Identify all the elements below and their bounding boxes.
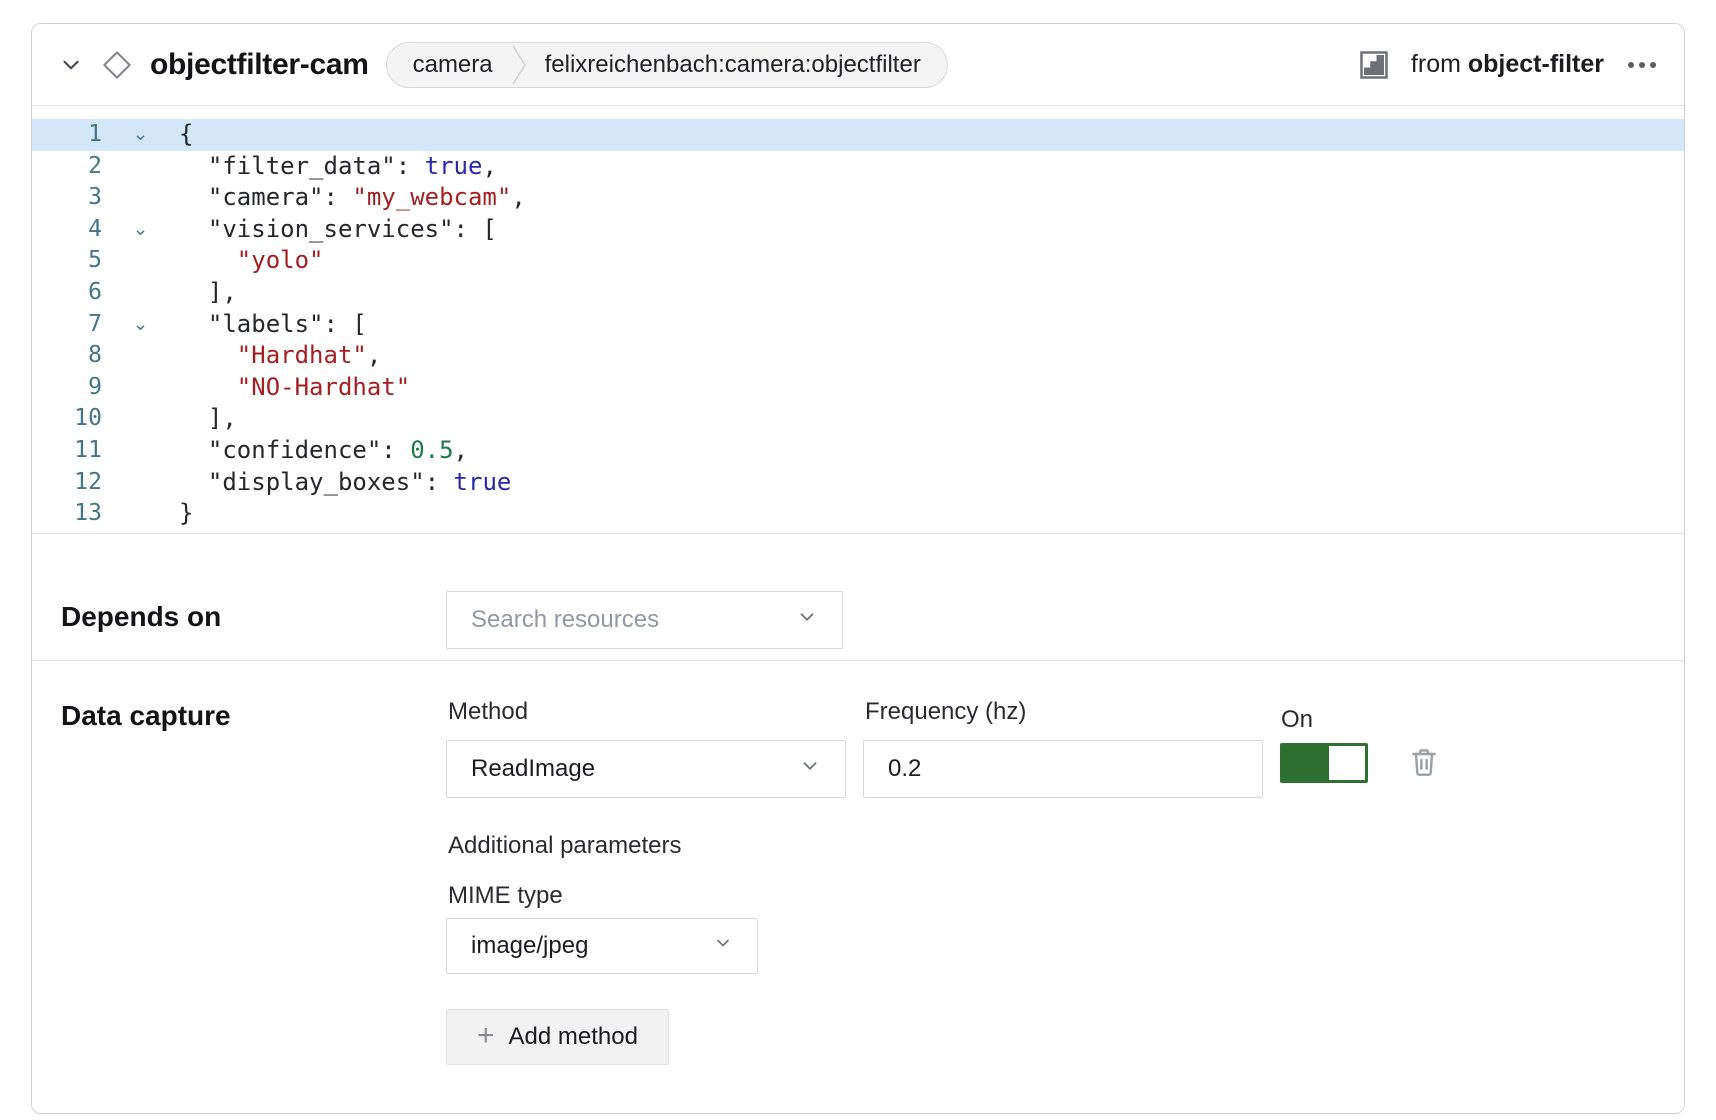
toggle-knob	[1329, 746, 1365, 780]
search-resources-input[interactable]	[471, 606, 784, 634]
mime-type-value: image/jpeg	[471, 932, 701, 960]
code-line[interactable]: 9 "NO-Hardhat"	[32, 372, 1684, 404]
header-right-group: from object-filter	[1359, 50, 1658, 80]
from-module-label: from object-filter	[1411, 50, 1604, 79]
line-number: 12	[32, 467, 102, 499]
plus-icon: +	[477, 1021, 495, 1051]
page: objectfilter-cam camera felixreichenbach…	[0, 0, 1716, 1120]
code-line[interactable]: 8 "Hardhat",	[32, 340, 1684, 372]
frequency-label: Frequency (hz)	[865, 698, 1026, 726]
code-text: "Hardhat",	[179, 340, 381, 372]
badge-separator-chevron-icon	[511, 43, 527, 87]
depends-on-search-select[interactable]	[446, 591, 843, 649]
code-text: {	[179, 119, 193, 151]
frequency-input[interactable]	[863, 740, 1263, 798]
line-number: 3	[32, 182, 102, 214]
code-line[interactable]: 12 "display_boxes": true	[32, 467, 1684, 499]
fold-chevron-icon[interactable]: ⌄	[102, 119, 179, 151]
mime-type-label: MIME type	[448, 882, 563, 910]
code-text: }	[179, 498, 193, 530]
component-header: objectfilter-cam camera felixreichenbach…	[32, 24, 1684, 106]
line-number: 8	[32, 340, 102, 372]
line-number: 5	[32, 245, 102, 277]
add-method-button[interactable]: + Add method	[446, 1009, 669, 1065]
line-number: 9	[32, 372, 102, 404]
code-text: "NO-Hardhat"	[179, 372, 410, 404]
capture-on-toggle[interactable]	[1280, 743, 1368, 783]
line-number: 4	[32, 214, 102, 246]
from-module-name: object-filter	[1468, 50, 1604, 78]
line-number: 10	[32, 403, 102, 435]
data-capture-heading: Data capture	[61, 700, 231, 732]
on-label: On	[1281, 706, 1313, 734]
component-type: camera	[413, 51, 493, 79]
component-type-model-badge: camera felixreichenbach:camera:objectfil…	[386, 42, 948, 88]
code-line[interactable]: 10 ],	[32, 403, 1684, 435]
chevron-down-icon	[713, 932, 733, 960]
more-options-menu-icon[interactable]	[1626, 56, 1658, 74]
line-number: 6	[32, 277, 102, 309]
code-line[interactable]: 2 "filter_data": true,	[32, 151, 1684, 183]
from-word: from	[1411, 50, 1461, 78]
code-line[interactable]: 5 "yolo"	[32, 245, 1684, 277]
fold-chevron-icon[interactable]: ⌄	[102, 214, 179, 246]
line-number: 1	[32, 119, 102, 151]
line-number: 11	[32, 435, 102, 467]
code-text: "display_boxes": true	[179, 467, 511, 499]
chevron-down-icon	[799, 755, 821, 784]
chevron-down-icon	[796, 606, 818, 635]
module-icon	[1359, 50, 1389, 80]
line-number: 2	[32, 151, 102, 183]
code-line[interactable]: 6 ],	[32, 277, 1684, 309]
line-number: 7	[32, 309, 102, 341]
code-line[interactable]: 3 "camera": "my_webcam",	[32, 182, 1684, 214]
method-label: Method	[448, 698, 528, 726]
camera-component-diamond-icon	[101, 49, 133, 81]
json-config-editor[interactable]: 1⌄{2 "filter_data": true,3 "camera": "my…	[32, 107, 1684, 534]
code-text: ],	[179, 277, 237, 309]
code-text: ],	[179, 403, 237, 435]
code-line[interactable]: 4⌄ "vision_services": [	[32, 214, 1684, 246]
code-text: "labels": [	[179, 309, 367, 341]
code-text: "filter_data": true,	[179, 151, 497, 183]
component-title: objectfilter-cam	[150, 48, 369, 82]
additional-parameters-label: Additional parameters	[448, 832, 681, 860]
depends-on-heading: Depends on	[61, 601, 221, 633]
code-line[interactable]: 7⌄ "labels": [	[32, 309, 1684, 341]
fold-chevron-icon[interactable]: ⌄	[102, 309, 179, 341]
code-line[interactable]: 11 "confidence": 0.5,	[32, 435, 1684, 467]
code-text: "confidence": 0.5,	[179, 435, 468, 467]
add-method-label: Add method	[509, 1023, 638, 1051]
line-number: 13	[32, 498, 102, 530]
code-line[interactable]: 13}	[32, 498, 1684, 530]
code-text: "vision_services": [	[179, 214, 497, 246]
data-capture-section: Data capture Method Frequency (hz) On Re…	[32, 662, 1684, 1114]
depends-on-section: Depends on	[32, 535, 1684, 661]
method-select[interactable]: ReadImage	[446, 740, 846, 798]
code-line[interactable]: 1⌄{	[32, 119, 1684, 151]
code-text: "camera": "my_webcam",	[179, 182, 526, 214]
component-model: felixreichenbach:camera:objectfilter	[545, 51, 921, 79]
collapse-chevron-icon[interactable]	[58, 52, 84, 78]
delete-method-trash-icon[interactable]	[1408, 746, 1440, 778]
method-value: ReadImage	[471, 755, 787, 783]
mime-type-select[interactable]: image/jpeg	[446, 918, 758, 974]
code-text: "yolo"	[179, 245, 324, 277]
component-card: objectfilter-cam camera felixreichenbach…	[31, 23, 1685, 1114]
